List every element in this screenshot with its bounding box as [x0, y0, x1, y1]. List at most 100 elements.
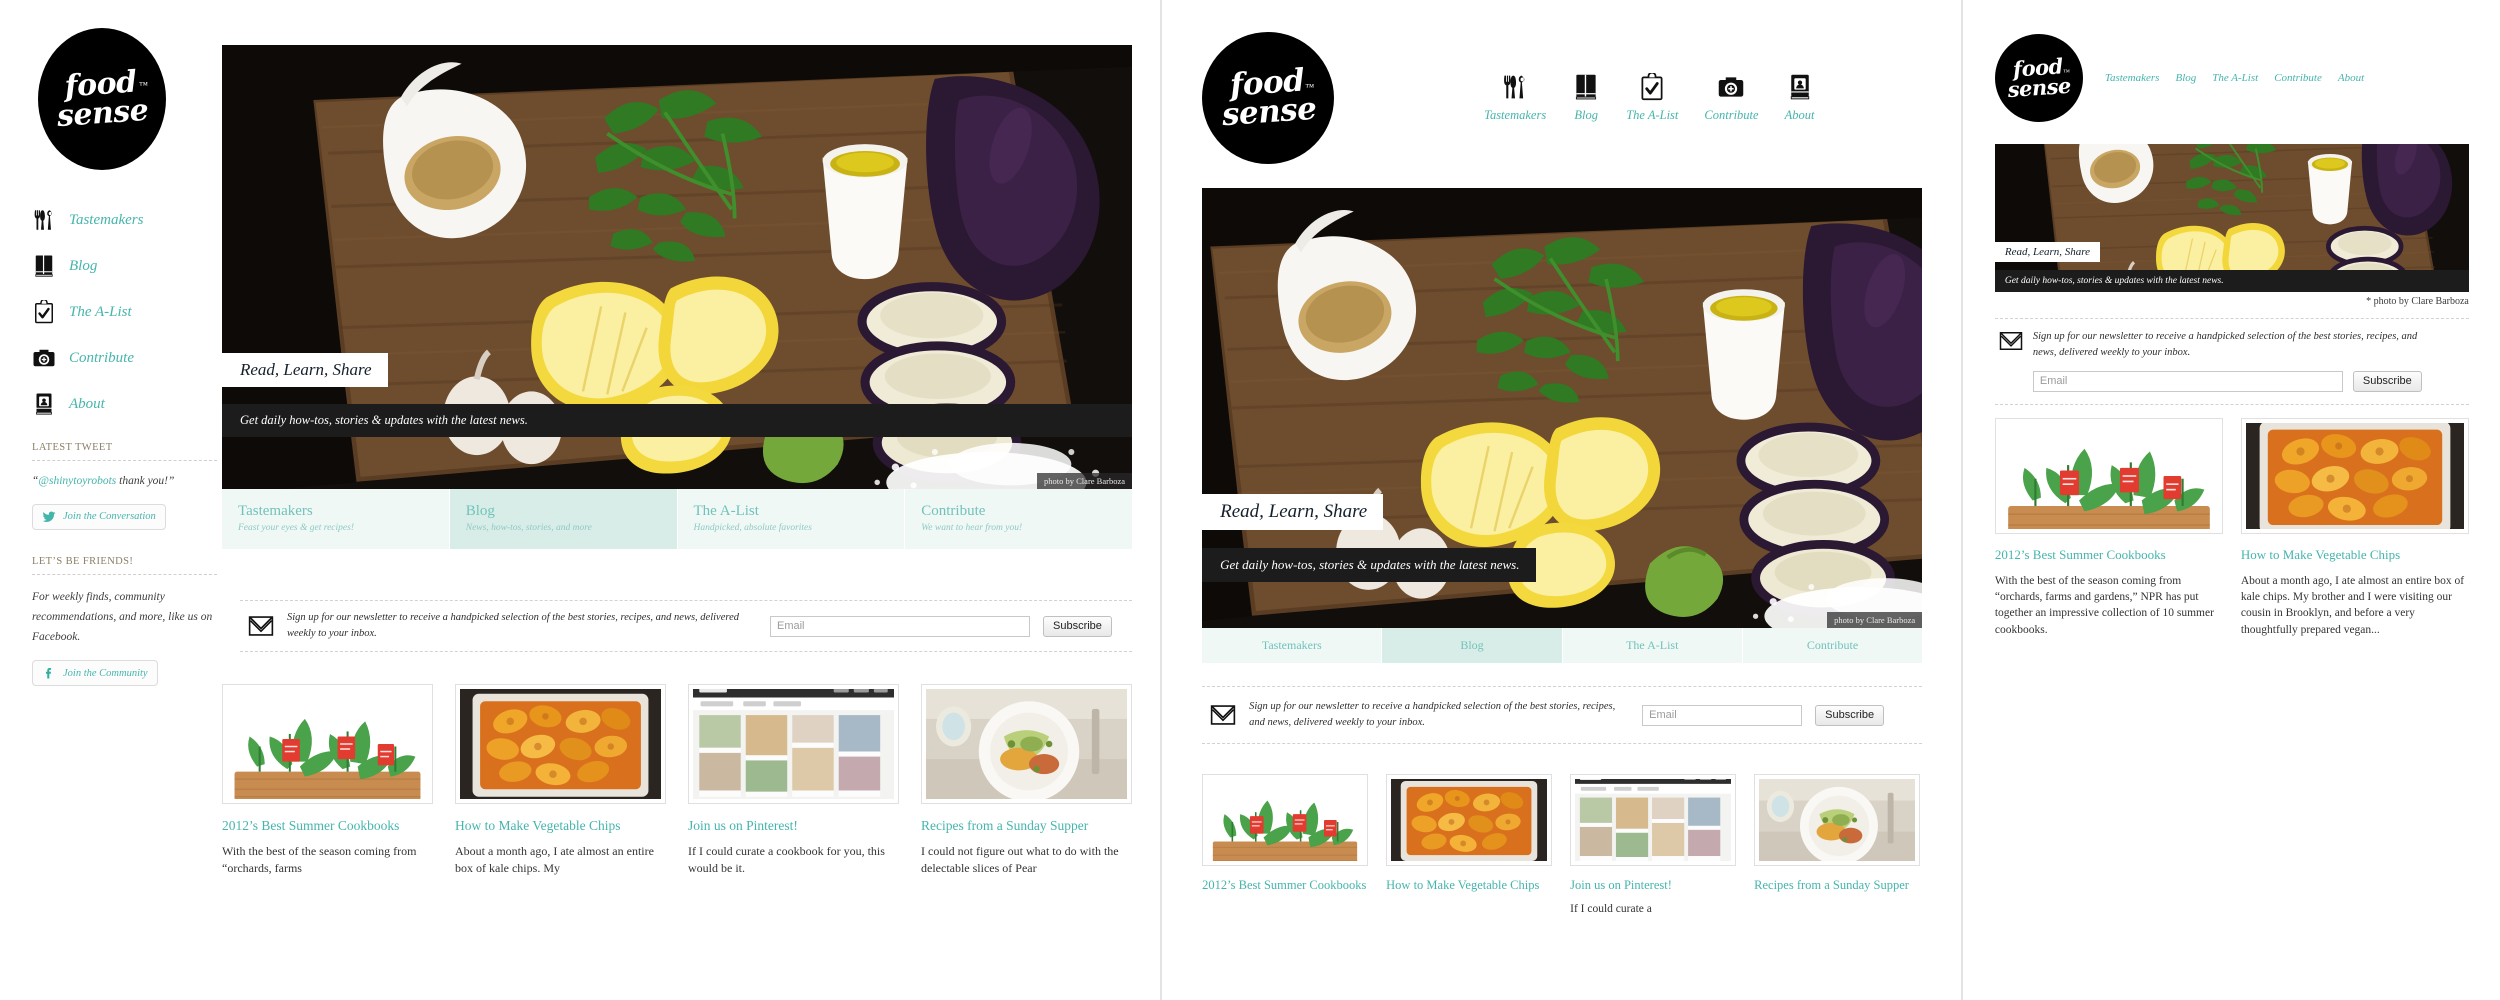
newsletter-subscribe-button[interactable]: Subscribe	[2352, 370, 2422, 392]
logo-text: food sense	[1219, 62, 1318, 134]
nav-item-about[interactable]: About	[2338, 72, 2364, 84]
article-excerpt: About a month ago, I ate almost an entir…	[2240, 574, 2465, 636]
article-card[interactable]: How to Make Vegetable Chips About a mont…	[2240, 418, 2469, 638]
tweet-handle[interactable]: @shinytoyrobots	[38, 475, 116, 487]
article-card[interactable]: 2012’s Best Summer Cookbooks	[1202, 774, 1369, 917]
article-thumbnail[interactable]	[1386, 774, 1553, 866]
article-card[interactable]: Join us on Pinterest! If I could curate …	[1570, 774, 1737, 917]
article-thumbnail[interactable]	[222, 684, 433, 804]
site-logo[interactable]: food sense ™	[1994, 34, 2083, 122]
nav-item-the-a-list[interactable]: The A-List	[1626, 73, 1678, 123]
nav-item-contribute[interactable]: Contribute	[2274, 72, 2322, 84]
newsletter-signup: Sign up for our newsletter to receive a …	[1202, 686, 1923, 744]
sidebar-item-about[interactable]: About	[32, 392, 217, 416]
article-title[interactable]: Join us on Pinterest!	[1570, 877, 1736, 893]
newsletter-text: Sign up for our newsletter to receive a …	[2032, 331, 2418, 358]
tab-title: Contribute	[921, 503, 986, 519]
nav-item-blog[interactable]: Blog	[2175, 72, 2196, 84]
article-title[interactable]: 2012’s Best Summer Cookbooks	[1202, 877, 1368, 893]
tab-tastemakers[interactable]: Tastemakers Feast your eyes & get recipe…	[222, 489, 450, 549]
join-community-button[interactable]: Join the Community	[32, 660, 158, 687]
article-card[interactable]: Join us on Pinterest! If I could curate …	[688, 684, 899, 877]
twitter-icon	[42, 510, 56, 524]
article-thumbnail[interactable]	[1202, 774, 1369, 866]
article-title[interactable]: Recipes from a Sunday Supper	[1754, 877, 1920, 893]
join-conversation-button[interactable]: Join the Conversation	[32, 503, 166, 530]
section-tabbar: Tastemakers Feast your eyes & get recipe…	[222, 489, 1132, 549]
logo-text: food sense	[2006, 53, 2072, 102]
nav-item-contribute[interactable]: Contribute	[1704, 73, 1759, 123]
newsletter-email-input[interactable]: Email	[770, 615, 1030, 637]
hero-title: Read, Learn, Share	[1202, 494, 1384, 530]
article-thumbnail[interactable]	[2240, 418, 2469, 534]
article-title[interactable]: How to Make Vegetable Chips	[2241, 547, 2469, 564]
article-card[interactable]: 2012’s Best Summer Cookbooks With the be…	[222, 684, 433, 877]
article-title[interactable]: Recipes from a Sunday Supper	[921, 817, 1132, 834]
tab-blog[interactable]: Blog News, how-tos, stories, and more	[449, 489, 678, 549]
article-thumbnail[interactable]	[688, 684, 899, 804]
sidebar-item-contribute[interactable]: Contribute	[32, 346, 217, 370]
article-card-grid: 2012’s Best Summer Cookbooks How to Make…	[1202, 774, 1922, 917]
utensils-icon	[1501, 73, 1529, 101]
tab-blog[interactable]: Blog	[1382, 628, 1563, 663]
article-title[interactable]: How to Make Vegetable Chips	[455, 817, 666, 834]
article-card-grid: 2012’s Best Summer Cookbooks With the be…	[1994, 418, 2469, 638]
hero-banner: Read, Learn, Share Get daily how-tos, st…	[222, 45, 1132, 489]
tab-the-a-list[interactable]: The A-List Handpicked, absolute favorite…	[677, 489, 906, 549]
newsletter-subscribe-button[interactable]: Subscribe	[1815, 704, 1885, 726]
article-card[interactable]: Recipes from a Sunday Supper	[1754, 774, 1921, 917]
article-card[interactable]: Recipes from a Sunday Supper I could not…	[921, 684, 1132, 877]
tab-subtitle: News, how-tos, stories, and more	[465, 523, 592, 533]
nav-item-about[interactable]: About	[1785, 73, 1814, 123]
newsletter-subscribe-label: Subscribe	[1825, 709, 1875, 721]
camera-icon	[1717, 73, 1745, 101]
newsletter-email-input[interactable]: Email	[2032, 370, 2343, 392]
tab-the-a-list[interactable]: The A-List	[1562, 628, 1743, 663]
vegetable-chips-image	[2246, 423, 2464, 529]
nav-item-tastemakers[interactable]: Tastemakers	[1484, 73, 1546, 123]
facebook-icon	[42, 666, 56, 680]
article-title[interactable]: Join us on Pinterest!	[688, 817, 899, 834]
newsletter-subscribe-button[interactable]: Subscribe	[1043, 615, 1112, 637]
nav-item-label: Blog	[1574, 108, 1598, 122]
tab-contribute[interactable]: Contribute We want to hear from you!	[905, 489, 1132, 549]
book-icon	[32, 254, 56, 278]
site-logo[interactable]: food sense ™	[38, 28, 166, 170]
profile-book-icon	[1786, 73, 1814, 101]
kale-illustration-image	[1207, 779, 1363, 861]
article-thumbnail[interactable]	[1754, 774, 1921, 866]
sidebar-item-the-a-list[interactable]: The A-List	[32, 300, 217, 324]
clipboard-check-icon	[32, 300, 56, 324]
article-title[interactable]: 2012’s Best Summer Cookbooks	[1995, 547, 2223, 564]
article-thumbnail[interactable]	[921, 684, 1132, 804]
sunday-supper-image	[1759, 779, 1915, 861]
nav-item-blog[interactable]: Blog	[1572, 73, 1600, 123]
pinterest-board-image	[1575, 779, 1731, 861]
article-card[interactable]: How to Make Vegetable Chips	[1386, 774, 1553, 917]
utensils-icon	[32, 208, 56, 232]
hero-photo-credit: photo by Clare Barboza	[1827, 612, 1923, 628]
nav-item-the-a-list[interactable]: The A-List	[2212, 72, 2258, 84]
tab-contribute[interactable]: Contribute	[1742, 628, 1923, 663]
newsletter-text: Sign up for our newsletter to receive a …	[1249, 701, 1616, 728]
sunday-supper-image	[926, 689, 1127, 799]
logo-line-2: sense	[1220, 90, 1318, 134]
tab-tastemakers[interactable]: Tastemakers	[1202, 628, 1383, 663]
envelope-icon	[248, 615, 274, 637]
newsletter-signup: Sign up for our newsletter to receive a …	[240, 600, 1132, 652]
article-thumbnail[interactable]	[1994, 418, 2223, 534]
sidebar-item-blog[interactable]: Blog	[32, 254, 217, 278]
sidebar-item-tastemakers[interactable]: Tastemakers	[32, 208, 217, 232]
article-thumbnail[interactable]	[1570, 774, 1737, 866]
article-card[interactable]: How to Make Vegetable Chips About a mont…	[455, 684, 666, 877]
kale-illustration-image	[2000, 423, 2218, 529]
newsletter-subscribe-label: Subscribe	[2362, 375, 2412, 387]
article-title[interactable]: 2012’s Best Summer Cookbooks	[222, 817, 433, 834]
article-title[interactable]: How to Make Vegetable Chips	[1386, 877, 1552, 893]
nav-item-tastemakers[interactable]: Tastemakers	[2105, 72, 2160, 84]
article-card[interactable]: 2012’s Best Summer Cookbooks With the be…	[1994, 418, 2223, 638]
vegetable-chips-image	[460, 689, 661, 799]
newsletter-email-input[interactable]: Email	[1642, 704, 1803, 726]
article-thumbnail[interactable]	[455, 684, 666, 804]
site-logo[interactable]: food sense ™	[1202, 32, 1335, 164]
